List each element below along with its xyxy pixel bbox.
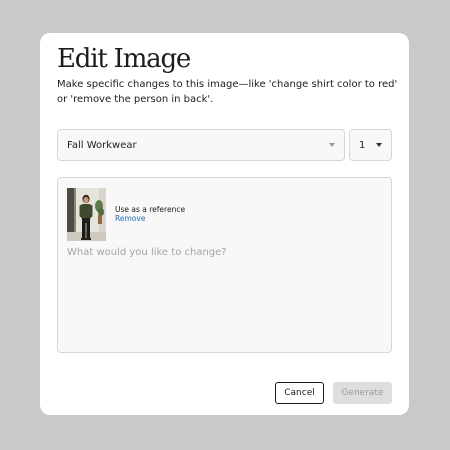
collection-select[interactable]: Fall Workwear bbox=[57, 129, 345, 161]
reference-caption: Use as a reference bbox=[115, 205, 186, 214]
remove-reference-link[interactable]: Remove bbox=[115, 214, 145, 223]
edit-image-dialog: Edit Image Make specific changes to this… bbox=[40, 33, 409, 415]
edit-prompt-container: Use as a reference Remove bbox=[57, 177, 392, 353]
reference-image-thumbnail bbox=[67, 188, 106, 241]
collection-select-value: Fall Workwear bbox=[67, 139, 137, 151]
chevron-down-icon bbox=[376, 143, 382, 147]
edit-prompt-input[interactable] bbox=[67, 246, 382, 341]
chevron-down-icon bbox=[329, 143, 335, 147]
image-count-value: 1 bbox=[359, 139, 366, 151]
cancel-button[interactable]: Cancel bbox=[275, 382, 324, 404]
reference-photo-image bbox=[67, 188, 106, 241]
generate-button[interactable]: Generate bbox=[333, 382, 392, 404]
dialog-title: Edit Image bbox=[57, 44, 191, 74]
image-count-select[interactable]: 1 bbox=[349, 129, 392, 161]
dialog-description: Make specific changes to this image—like… bbox=[57, 79, 398, 105]
